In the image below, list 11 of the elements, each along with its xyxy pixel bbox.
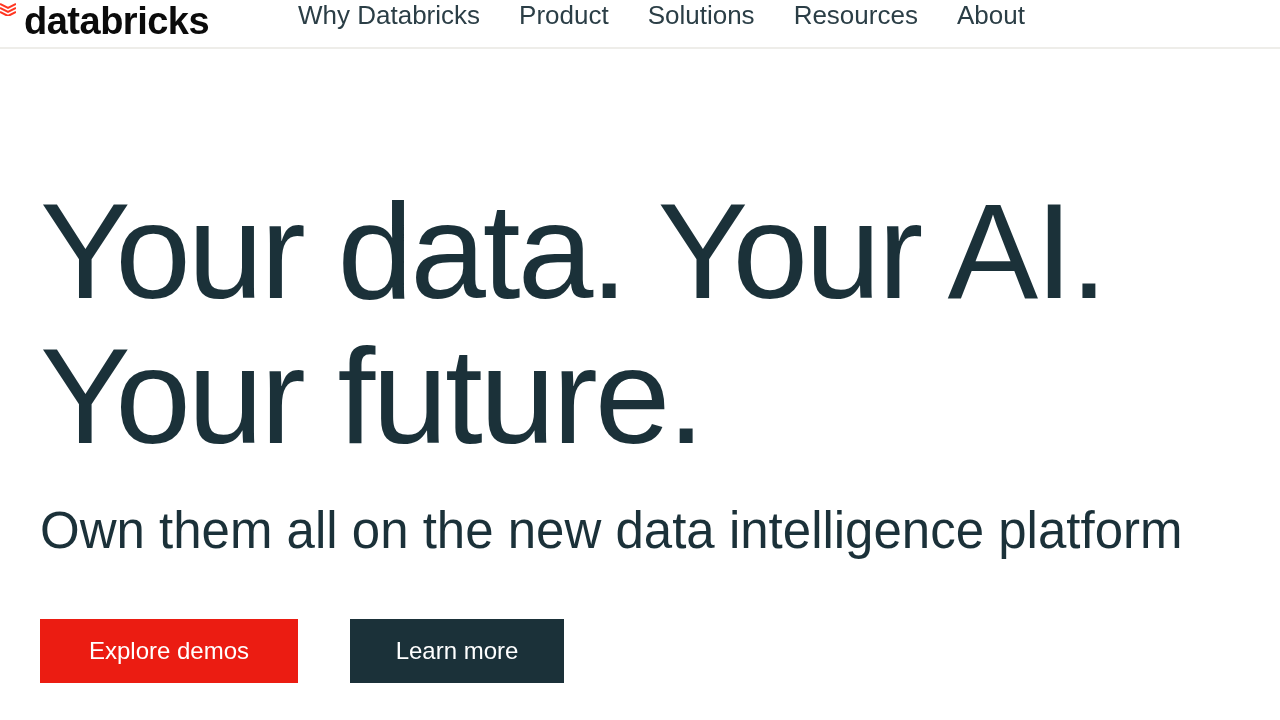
brand-wordmark[interactable]: databricks xyxy=(24,0,210,42)
cta-button[interactable]: Learn more xyxy=(350,619,564,683)
nav-link[interactable]: Solutions xyxy=(647,0,755,30)
hero-headline: Your data. Your AI. Your future. xyxy=(40,179,1106,469)
hero-subheadline: Own them all on the new data intelligence platform xyxy=(40,501,1184,561)
nav-link[interactable]: Product xyxy=(519,0,609,30)
nav-link[interactable]: Resources xyxy=(793,0,918,30)
stacked-chevrons-logo-icon xyxy=(0,2,16,16)
nav-link[interactable]: About xyxy=(956,0,1025,30)
nav-link[interactable]: Why Databricks xyxy=(298,0,481,30)
cta-button[interactable]: Explore demos xyxy=(40,619,298,683)
